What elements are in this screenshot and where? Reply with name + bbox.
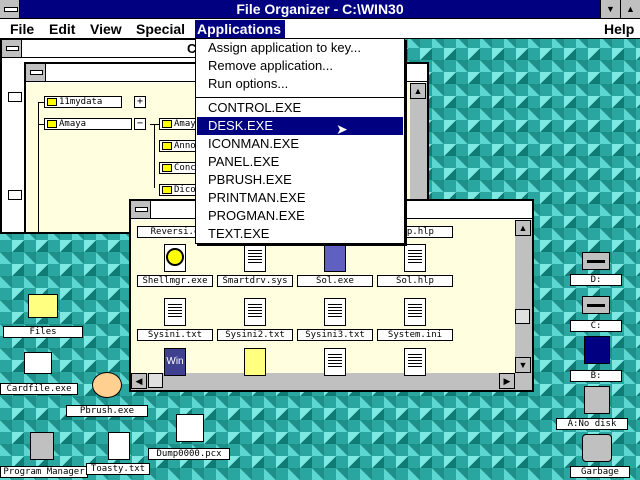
scroll-right-icon[interactable]: ▶ [499, 373, 515, 389]
document-icon [324, 298, 346, 326]
drive-window-system-icon[interactable] [2, 40, 22, 57]
file-item[interactable]: Sysini3.txt [295, 295, 375, 349]
file-label: System.ini [377, 329, 453, 341]
menu-help[interactable]: Help [602, 20, 636, 38]
menu-item-panel[interactable]: PANEL.EXE [197, 153, 403, 171]
phone-icon [244, 348, 266, 376]
file-item[interactable]: Sol.exe [295, 241, 375, 295]
drive-a-label[interactable]: A:No disk [556, 418, 628, 430]
menu-separator [196, 97, 404, 98]
file-label: Sol.hlp [377, 275, 453, 287]
document-icon [164, 298, 186, 326]
file-label: Sysini.txt [137, 329, 213, 341]
drive-c-label[interactable]: C: [570, 320, 622, 332]
floppy-icon[interactable] [584, 336, 610, 364]
windows-icon: Win [164, 348, 186, 376]
document-icon [404, 298, 426, 326]
menu-item-remove-application[interactable]: Remove application... [197, 57, 403, 75]
menu-edit[interactable]: Edit [47, 20, 77, 38]
solitaire-icon [324, 244, 346, 272]
document-icon[interactable] [108, 432, 130, 460]
file-item[interactable] [215, 345, 295, 399]
menu-item-run-options[interactable]: Run options... [197, 75, 403, 93]
folder-icon[interactable] [28, 294, 58, 318]
dump-label[interactable]: Dump0000.pcx [148, 448, 230, 460]
menu-item-progman[interactable]: PROGMAN.EXE [197, 207, 403, 225]
menu-item-desk[interactable]: DESK.EXE [197, 117, 403, 135]
file-item[interactable]: Sol.hlp [375, 241, 455, 295]
title-bar[interactable]: File Organizer - C:\WIN30 ▼ ▲ [0, 0, 640, 19]
drive-icon[interactable] [582, 252, 610, 270]
collapse-icon[interactable]: − [134, 118, 146, 130]
minimize-button[interactable]: ▼ [600, 0, 620, 18]
tree-node[interactable]: Conc [159, 162, 199, 174]
document-icon [324, 348, 346, 376]
document-icon [404, 244, 426, 272]
menu-bar: File Edit View Special Applications Help [0, 19, 640, 39]
floppy-icon[interactable] [584, 386, 610, 414]
drive-d-label[interactable]: D: [570, 274, 622, 286]
garbage-label[interactable]: Garbage [570, 466, 630, 478]
program-manager-icon[interactable] [30, 432, 54, 460]
menu-item-control[interactable]: CONTROL.EXE [197, 99, 403, 117]
palette-icon[interactable] [92, 372, 122, 398]
menu-file[interactable]: File [8, 20, 36, 38]
file-item[interactable]: Shellmgr.exe [135, 241, 215, 295]
file-label: Sol.exe [297, 275, 373, 287]
menu-applications[interactable]: Applications [195, 20, 285, 38]
file-item[interactable]: Smartdrv.sys [215, 241, 295, 295]
file-label: Sysini2.txt [217, 329, 293, 341]
tree-node[interactable]: 11mydata [44, 96, 122, 108]
document-icon [244, 298, 266, 326]
drive-icon[interactable] [582, 296, 610, 314]
easel-icon[interactable] [176, 414, 204, 442]
drive-b-label[interactable]: B: [570, 370, 622, 382]
document-icon [244, 244, 266, 272]
pbrush-label[interactable]: Pbrush.exe [66, 405, 148, 417]
window-title: File Organizer - C:\WIN30 [236, 1, 404, 17]
file-item[interactable]: System.ini [375, 295, 455, 349]
menu-item-assign-key[interactable]: Assign application to key... [197, 39, 403, 57]
drive-window-title[interactable]: C [2, 40, 223, 58]
collapsed-node[interactable] [8, 190, 22, 200]
toasty-label[interactable]: Toasty.txt [86, 463, 150, 475]
cardfile-label[interactable]: Cardfile.exe [0, 383, 78, 395]
file-item[interactable]: Sysini2.txt [215, 295, 295, 349]
file-vscroll[interactable]: ▲ ▼ [515, 220, 532, 373]
file-label: Smartdrv.sys [217, 275, 293, 287]
program-manager-label[interactable]: Program Manager [0, 466, 88, 478]
maximize-button[interactable]: ▲ [620, 0, 640, 18]
applications-menu: Assign application to key... Remove appl… [195, 38, 405, 244]
files-label[interactable]: Files [3, 326, 83, 338]
scroll-up-icon[interactable]: ▲ [515, 220, 531, 236]
menu-item-text[interactable]: TEXT.EXE [197, 225, 403, 243]
tree-window-system-icon[interactable] [26, 64, 46, 81]
file-label: Shellmgr.exe [137, 275, 213, 287]
shell-icon [164, 244, 186, 272]
tree-node[interactable]: Amaya [44, 118, 132, 130]
scroll-up-icon[interactable]: ▲ [410, 83, 426, 99]
collapsed-node[interactable] [8, 92, 22, 102]
file-item[interactable] [295, 345, 375, 399]
menu-view[interactable]: View [88, 20, 124, 38]
tree-node[interactable]: Anno [159, 140, 199, 152]
file-label: Sysini3.txt [297, 329, 373, 341]
expand-icon[interactable]: + [134, 96, 146, 108]
menu-item-pbrush[interactable]: PBRUSH.EXE [197, 171, 403, 189]
document-icon [404, 348, 426, 376]
menu-item-printman[interactable]: PRINTMAN.EXE [197, 189, 403, 207]
file-item[interactable]: Sysini.txt [135, 295, 215, 349]
garbage-can-icon[interactable] [582, 434, 612, 462]
mouse-pointer-icon: ➤ [336, 121, 348, 137]
file-item[interactable]: Win [135, 345, 215, 399]
file-item[interactable] [375, 345, 455, 399]
scroll-down-icon[interactable]: ▼ [515, 357, 531, 373]
scroll-thumb[interactable] [515, 309, 530, 324]
menu-item-iconman[interactable]: ICONMAN.EXE [197, 135, 403, 153]
menu-special[interactable]: Special [134, 20, 187, 38]
tree-node[interactable]: Amay [159, 118, 199, 130]
cardfile-icon[interactable] [24, 352, 52, 374]
